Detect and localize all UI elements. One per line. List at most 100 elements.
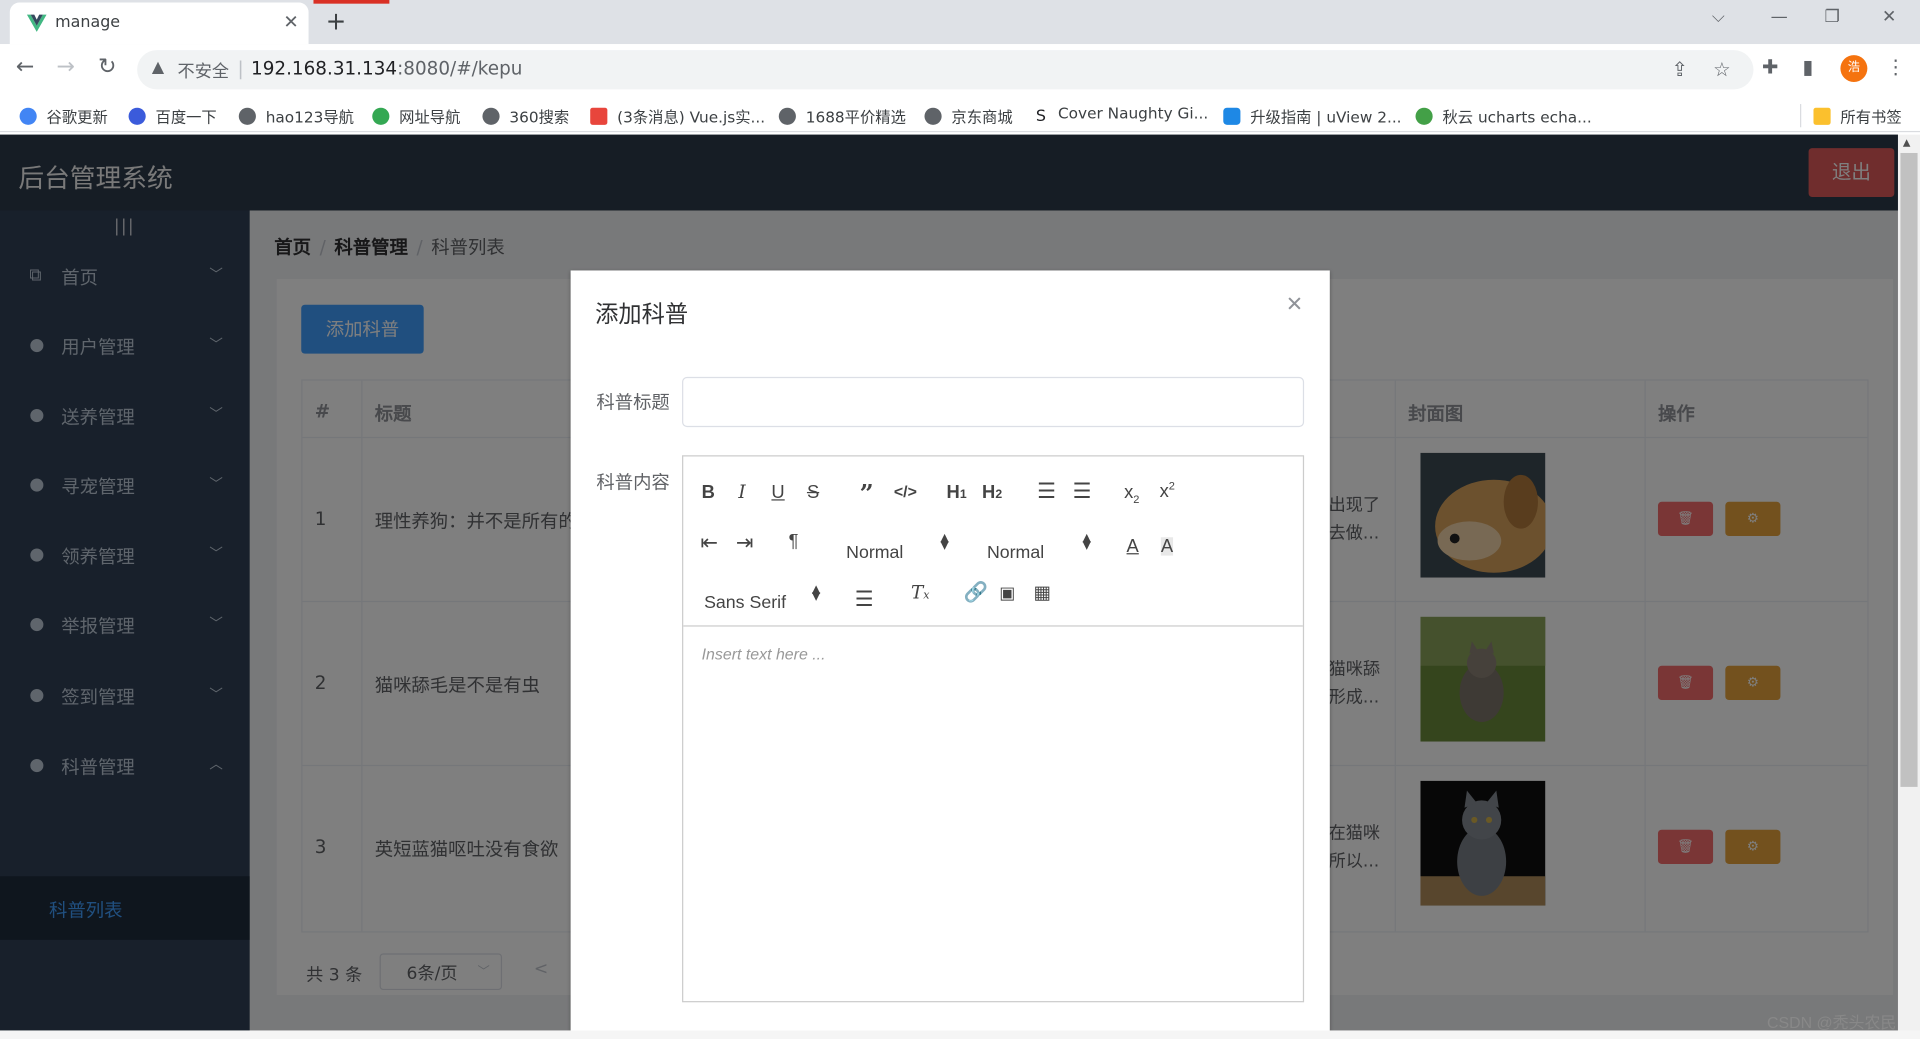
text-direction-icon[interactable]: ¶ bbox=[789, 532, 799, 550]
side-panel-icon[interactable]: ▮ bbox=[1802, 55, 1813, 78]
url-text[interactable]: 192.168.31.134:8080/#/kepu bbox=[251, 58, 522, 80]
bookmark-item[interactable]: 网址导航 bbox=[372, 104, 460, 127]
url-rest: :8080/#/kepu bbox=[397, 57, 523, 80]
browser-tab[interactable]: manage ✕ bbox=[9, 2, 309, 45]
vue-logo-icon bbox=[26, 14, 47, 32]
select-arrows-icon: ▲ ▼ bbox=[1082, 532, 1091, 552]
s-logo-icon: S bbox=[1035, 107, 1049, 126]
bookmark-item[interactable]: 秋云 ucharts echa... bbox=[1415, 104, 1592, 127]
globe-icon bbox=[924, 107, 942, 125]
clear-format-icon[interactable]: Tx bbox=[911, 583, 929, 602]
tab-search-icon[interactable]: ⌵ bbox=[1712, 7, 1725, 27]
csdn-icon bbox=[590, 107, 608, 125]
editor-placeholder: Insert text here ... bbox=[701, 644, 826, 664]
bookmark-item[interactable]: 360搜索 bbox=[482, 104, 569, 127]
subscript-icon[interactable]: x2 bbox=[1124, 483, 1139, 505]
strike-icon[interactable]: S bbox=[807, 483, 819, 501]
folder-icon bbox=[1813, 107, 1831, 125]
header-select[interactable]: Normal bbox=[846, 543, 903, 563]
tab-close-icon[interactable]: ✕ bbox=[283, 11, 298, 33]
heading-1-icon[interactable]: H1 bbox=[947, 483, 967, 501]
outdent-icon[interactable]: ⇤ bbox=[700, 532, 717, 553]
tab-title: manage bbox=[55, 13, 121, 32]
back-icon[interactable]: ← bbox=[16, 54, 34, 80]
baidu-icon bbox=[128, 107, 146, 125]
window-close-icon[interactable]: ✕ bbox=[1882, 7, 1896, 27]
title-field-label: 科普标题 bbox=[596, 391, 670, 414]
share-icon[interactable]: ⇪ bbox=[1671, 58, 1687, 81]
bookmark-label: 升级指南 | uView 2... bbox=[1250, 107, 1402, 127]
bookmark-label: 360搜索 bbox=[509, 107, 570, 127]
bottom-strip bbox=[0, 1030, 1920, 1039]
bookmarks-bar: 谷歌更新 百度一下 hao123导航 网址导航 360搜索 (3条消息) Vue… bbox=[0, 95, 1920, 133]
italic-icon[interactable]: I bbox=[738, 483, 745, 501]
more-menu-icon[interactable]: ⋮ bbox=[1886, 55, 1906, 78]
globe-icon bbox=[238, 107, 256, 125]
scroll-up-arrow-icon[interactable]: ▲ bbox=[1903, 137, 1911, 148]
editor-content-area[interactable]: Insert text here ... bbox=[683, 628, 1303, 1001]
globe-icon bbox=[778, 107, 796, 125]
address-bar[interactable]: ▲ 不安全 | 192.168.31.134:8080/#/kepu ⇪ ☆ bbox=[137, 50, 1754, 90]
link-icon[interactable]: 🔗 bbox=[964, 583, 988, 604]
bookmark-star-icon[interactable]: ☆ bbox=[1713, 58, 1731, 81]
nav-site-icon bbox=[372, 107, 390, 125]
dialog-title: 添加科普 bbox=[595, 301, 689, 328]
scrollbar-thumb[interactable] bbox=[1900, 152, 1918, 787]
bookmark-item[interactable]: S Cover Naughty Gi... bbox=[1035, 104, 1208, 126]
bookmark-label: 1688平价精选 bbox=[805, 107, 906, 127]
bookmark-item[interactable]: (3条消息) Vue.js实... bbox=[590, 104, 765, 127]
title-input[interactable] bbox=[682, 376, 1305, 428]
code-block-icon[interactable]: </> bbox=[894, 483, 917, 499]
uview-icon bbox=[1223, 107, 1241, 125]
heading-2-icon[interactable]: H2 bbox=[982, 483, 1002, 501]
bookmark-label: 京东商城 bbox=[951, 107, 1013, 127]
profile-avatar[interactable]: 浩 bbox=[1840, 55, 1868, 82]
image-icon[interactable]: ▣ bbox=[999, 584, 1015, 601]
restore-icon[interactable]: ❐ bbox=[1825, 7, 1840, 27]
bold-icon[interactable]: B bbox=[702, 483, 715, 501]
bookmark-label: 谷歌更新 bbox=[46, 107, 108, 127]
content-field-label: 科普内容 bbox=[596, 471, 670, 494]
select-arrows-icon: ▲ ▼ bbox=[940, 532, 949, 552]
page-scrollbar[interactable]: ▲ bbox=[1897, 134, 1920, 1039]
bookmark-label: hao123导航 bbox=[265, 107, 354, 127]
superscript-icon[interactable]: x2 bbox=[1160, 480, 1175, 501]
background-color-icon[interactable]: A bbox=[1160, 537, 1174, 556]
bookmark-item[interactable]: 谷歌更新 bbox=[19, 104, 108, 127]
dialog-close-icon[interactable]: ✕ bbox=[1286, 292, 1303, 316]
insecure-label[interactable]: 不安全 bbox=[178, 59, 229, 83]
blockquote-icon[interactable]: ” bbox=[860, 481, 874, 505]
rich-text-editor: B I U S ” </> H1 H2 ☰ ☰ x2 x2 ⇤ ⇥ ¶ Norm… bbox=[682, 455, 1305, 1003]
bookmark-label: 秋云 ucharts echa... bbox=[1442, 107, 1592, 127]
warning-icon[interactable]: ▲ bbox=[152, 59, 164, 77]
omnibox-separator: | bbox=[237, 57, 244, 80]
underline-icon[interactable]: U bbox=[771, 483, 784, 501]
bookmark-item[interactable]: hao123导航 bbox=[238, 104, 354, 127]
forward-icon[interactable]: → bbox=[56, 54, 74, 80]
extensions-icon[interactable]: ✚ bbox=[1762, 55, 1778, 78]
text-color-icon[interactable]: A bbox=[1127, 537, 1139, 555]
align-icon[interactable]: ☰ bbox=[855, 589, 874, 610]
bookmark-item[interactable]: 1688平价精选 bbox=[778, 104, 906, 127]
add-science-dialog: 添加科普 ✕ 科普标题 科普内容 B I U S ” </> H1 H2 ☰ ☰ bbox=[570, 270, 1330, 1039]
bookmark-item[interactable]: 京东商城 bbox=[924, 104, 1013, 127]
ucharts-icon bbox=[1415, 107, 1433, 125]
csdn-watermark: CSDN @秃头农民 bbox=[1766, 1013, 1897, 1032]
size-select[interactable]: Normal bbox=[987, 543, 1044, 563]
bookmark-item[interactable]: 百度一下 bbox=[128, 104, 217, 127]
bullet-list-icon[interactable]: ☰ bbox=[1073, 481, 1092, 502]
indent-icon[interactable]: ⇥ bbox=[736, 532, 753, 553]
reload-icon[interactable]: ↻ bbox=[98, 54, 116, 80]
new-tab-button[interactable]: + bbox=[326, 6, 347, 35]
select-arrows-icon: ▲ ▼ bbox=[811, 583, 821, 604]
bookmark-label: (3条消息) Vue.js实... bbox=[617, 107, 766, 127]
minimize-icon[interactable]: — bbox=[1771, 7, 1788, 27]
video-icon[interactable]: ▦ bbox=[1033, 584, 1050, 602]
browser-tab-strip: manage ✕ + ⌵ — ❐ ✕ bbox=[0, 0, 1920, 45]
font-select[interactable]: Sans Serif bbox=[704, 594, 786, 614]
all-bookmarks-item[interactable]: 所有书签 bbox=[1800, 104, 1902, 128]
ordered-list-icon[interactable]: ☰ bbox=[1037, 481, 1056, 502]
tab-strip-accent bbox=[313, 0, 390, 4]
bookmark-item[interactable]: 升级指南 | uView 2... bbox=[1223, 104, 1402, 127]
editor-toolbar: B I U S ” </> H1 H2 ☰ ☰ x2 x2 ⇤ ⇥ ¶ Norm… bbox=[683, 456, 1303, 627]
